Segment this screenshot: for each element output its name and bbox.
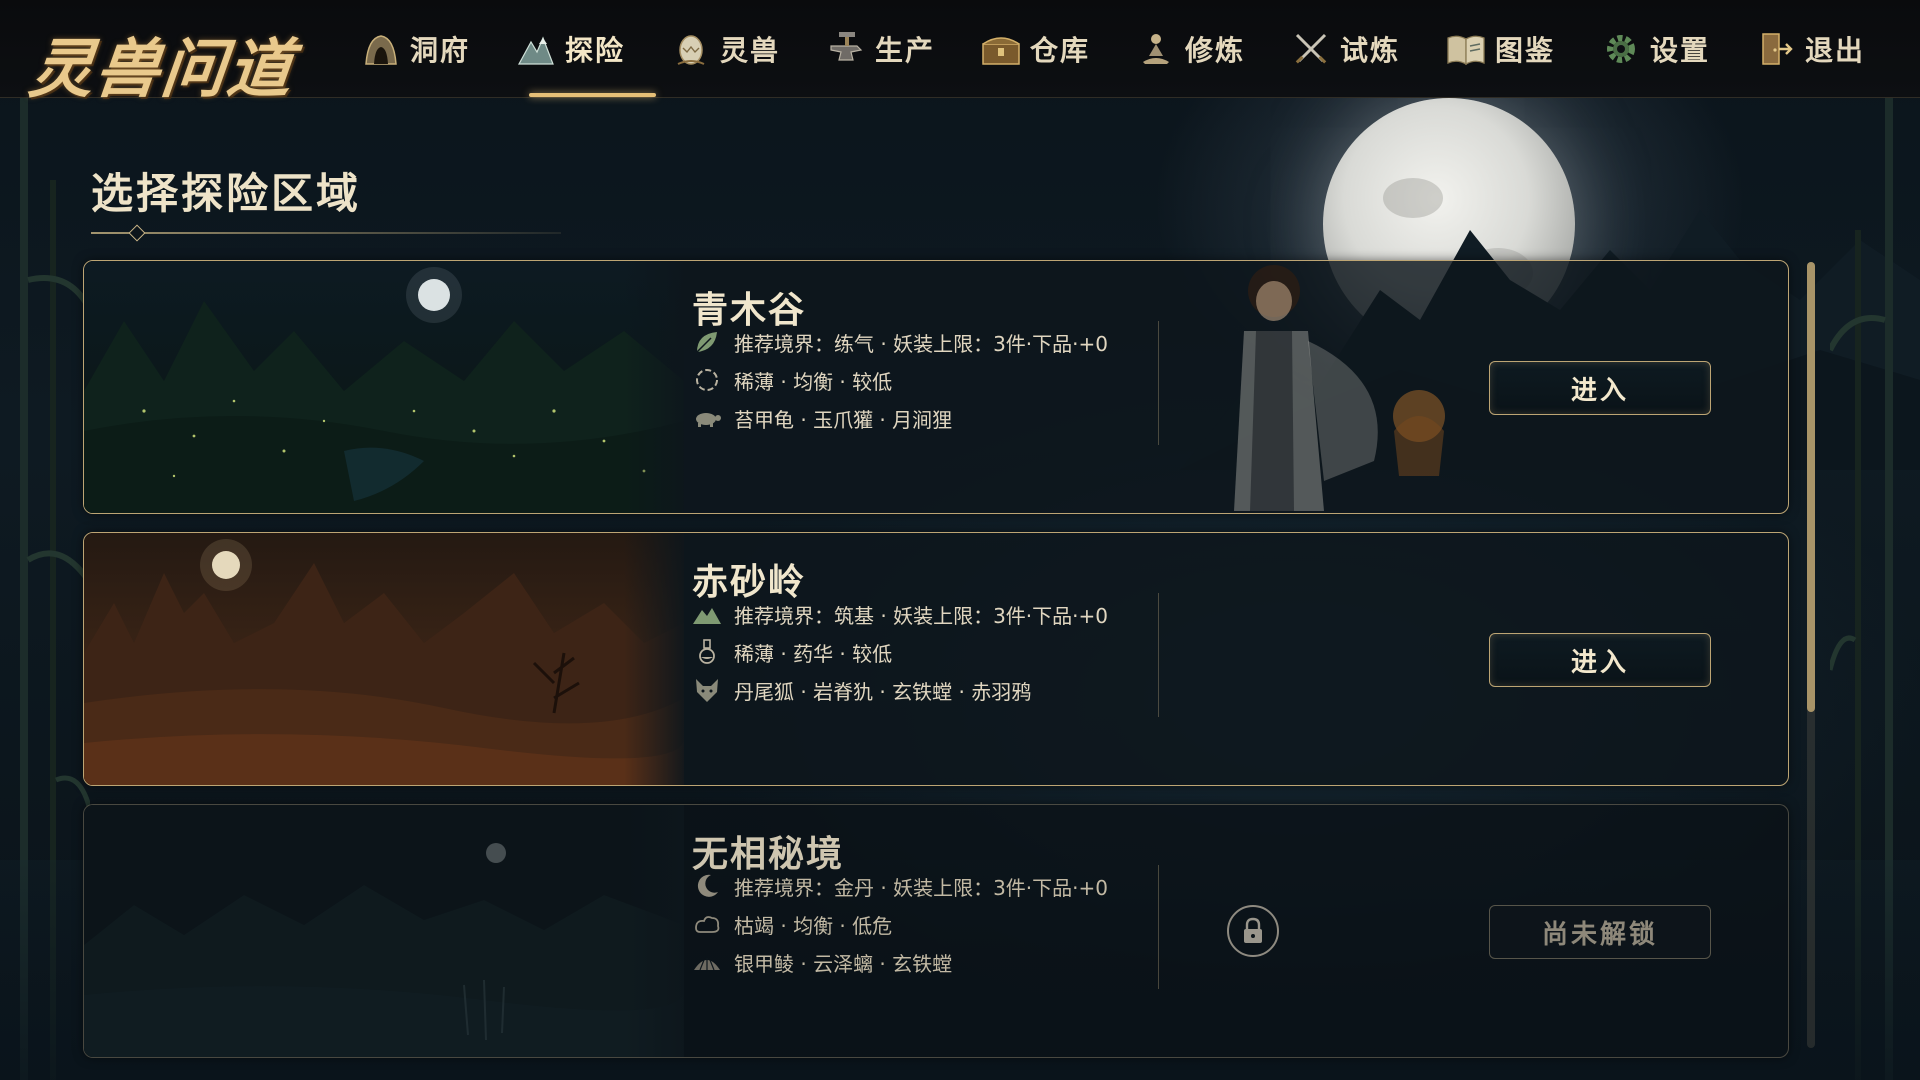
area-realm-info: 推荐境界：金丹 · 妖装上限：3件·下品·+0: [692, 871, 1108, 901]
nav-item-settings[interactable]: 设置: [1600, 0, 1755, 97]
area-image-forest-valley: [84, 261, 684, 513]
enter-button[interactable]: 进入: [1489, 633, 1711, 687]
environment-text: 稀薄 · 均衡 · 较低: [734, 369, 893, 394]
nav-label: 探险: [565, 33, 626, 67]
mountain-icon: [515, 28, 557, 70]
area-image-formless-realm: [84, 805, 684, 1057]
area-name: 青木谷: [692, 289, 807, 331]
book-icon: [1445, 28, 1487, 70]
cloud-swirl-icon: [692, 909, 722, 939]
area-name: 赤砂岭: [692, 561, 807, 603]
area-name: 无相秘境: [692, 833, 845, 875]
nav-item-cultivation[interactable]: 修炼: [1135, 0, 1290, 97]
nav-label: 退出: [1805, 33, 1866, 67]
nav-item-production[interactable]: 生产: [825, 0, 980, 97]
mountain-range-icon: [692, 599, 722, 629]
image-fade: [624, 261, 684, 513]
area-card: 无相秘境 推荐境界：金丹 · 妖装上限：3件·下品·+0 枯竭 · 均衡 · 低…: [83, 804, 1789, 1058]
nav-item-trial[interactable]: 试炼: [1290, 0, 1445, 97]
beasts-text: 丹尾狐 · 岩脊犰 · 玄铁螳 · 赤羽鸦: [734, 679, 1032, 704]
nav-label: 设置: [1650, 33, 1711, 67]
image-fade: [624, 805, 684, 1057]
top-navigation-bar: 灵兽问道 洞府 探险 灵兽 生产 仓库 修炼 试炼 图鉴 设置 退出: [0, 0, 1920, 107]
nav-item-exit[interactable]: 退出: [1755, 0, 1880, 97]
area-beasts-info: 苔甲龟 · 玉爪獾 · 月涧狸: [692, 403, 952, 433]
game-screen: 灵兽问道 洞府 探险 灵兽 生产 仓库 修炼 试炼 图鉴 设置 退出 选择探险区…: [0, 0, 1920, 1080]
area-card: 赤砂岭 推荐境界：筑基 · 妖装上限：3件·下品·+0 稀薄 · 药华 · 较低…: [83, 532, 1789, 786]
nav-label: 仓库: [1030, 33, 1091, 67]
nav-label: 修炼: [1185, 33, 1246, 67]
card-divider: [1158, 865, 1159, 989]
image-fade: [624, 533, 684, 785]
area-realm-info: 推荐境界：筑基 · 妖装上限：3件·下品·+0: [692, 599, 1108, 629]
anvil-icon: [825, 28, 867, 70]
page-title: 选择探险区域: [91, 169, 362, 218]
nav-label: 生产: [875, 33, 936, 67]
game-logo: 灵兽问道: [25, 32, 298, 107]
title-diamond-ornament: [128, 224, 146, 242]
nav-label: 洞府: [410, 33, 471, 67]
enter-button[interactable]: 进入: [1489, 361, 1711, 415]
nav-item-explore[interactable]: 探险: [515, 0, 670, 97]
turtle-icon: [692, 403, 722, 433]
area-environment-info: 稀薄 · 均衡 · 较低: [692, 365, 892, 395]
nav-label: 图鉴: [1495, 33, 1556, 67]
nav-item-warehouse[interactable]: 仓库: [980, 0, 1135, 97]
area-image-red-sand-ridge: [84, 533, 684, 785]
gear-icon: [1600, 28, 1642, 70]
character-illustration: [1234, 265, 1445, 511]
nav-item-spirit-beast[interactable]: 灵兽: [670, 0, 825, 97]
crescent-moon-icon: [692, 871, 722, 901]
meditation-icon: [1135, 28, 1177, 70]
chest-icon: [980, 28, 1022, 70]
lock-icon: [1227, 905, 1279, 957]
area-list-scrollbar[interactable]: [1807, 262, 1815, 1048]
area-list: 青木谷 推荐境界：练气 · 妖装上限：3件·下品·+0 稀薄 · 均衡 · 较低…: [83, 260, 1789, 1060]
area-environment-info: 稀薄 · 药华 · 较低: [692, 637, 892, 667]
crossed-swords-icon: [1290, 28, 1332, 70]
realm-text: 推荐境界：练气 · 妖装上限：3件·下品·+0: [734, 331, 1108, 356]
nav-item-cave[interactable]: 洞府: [360, 0, 515, 97]
scroll-thumb[interactable]: [1807, 262, 1815, 712]
nav-label: 试炼: [1340, 33, 1401, 67]
cave-icon: [360, 28, 402, 70]
beasts-text: 银甲鲮 · 云泽螭 · 玄铁螳: [734, 951, 953, 976]
card-divider: [1158, 321, 1159, 445]
area-beasts-info: 丹尾狐 · 岩脊犰 · 玄铁螳 · 赤羽鸦: [692, 675, 1031, 705]
leaf-icon: [692, 327, 722, 357]
area-environment-info: 枯竭 · 均衡 · 低危: [692, 909, 892, 939]
egg-icon: [670, 28, 712, 70]
realm-text: 推荐境界：金丹 · 妖装上限：3件·下品·+0: [734, 875, 1108, 900]
area-beasts-info: 银甲鲮 · 云泽螭 · 玄铁螳: [692, 947, 952, 977]
title-divider: [91, 232, 561, 234]
area-realm-info: 推荐境界：练气 · 妖装上限：3件·下品·+0: [692, 327, 1108, 357]
nav-label: 灵兽: [720, 33, 781, 67]
fox-icon: [692, 675, 722, 705]
card-divider: [1158, 593, 1159, 717]
exit-door-icon: [1755, 28, 1797, 70]
nav-item-codex[interactable]: 图鉴: [1445, 0, 1600, 97]
environment-text: 枯竭 · 均衡 · 低危: [734, 913, 893, 938]
area-card: 青木谷 推荐境界：练气 · 妖装上限：3件·下品·+0 稀薄 · 均衡 · 较低…: [83, 260, 1789, 514]
locked-button: 尚未解锁: [1489, 905, 1711, 959]
environment-text: 稀薄 · 药华 · 较低: [734, 641, 893, 666]
active-tab-indicator: [529, 93, 656, 97]
potion-flask-icon: [692, 637, 722, 667]
main-nav: 洞府 探险 灵兽 生产 仓库 修炼 试炼 图鉴 设置 退出: [360, 0, 1880, 97]
realm-text: 推荐境界：筑基 · 妖装上限：3件·下品·+0: [734, 603, 1108, 628]
beasts-text: 苔甲龟 · 玉爪獾 · 月涧狸: [734, 407, 953, 432]
scale-shell-icon: [692, 947, 722, 977]
cycle-icon: [692, 365, 722, 395]
